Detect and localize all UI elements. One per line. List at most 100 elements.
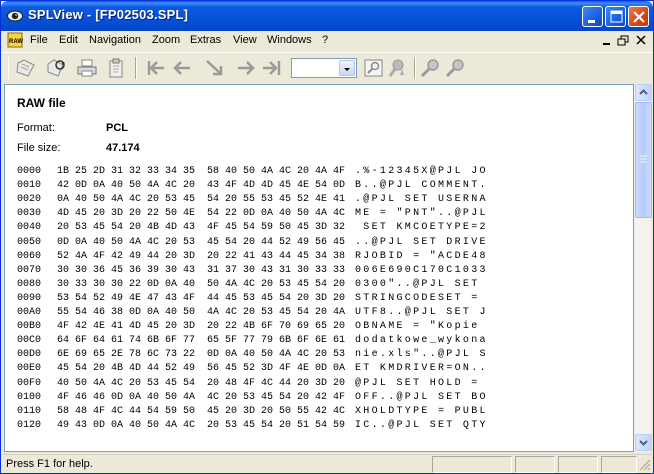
hex-offset: 0010 <box>17 180 42 192</box>
hex-ascii: SET KMCOETYPE=2 <box>355 222 488 234</box>
raw-document-icon[interactable]: RAW <box>7 32 23 48</box>
format-label: Format: <box>17 122 55 134</box>
child-close-icon[interactable] <box>634 34 648 47</box>
app-eye-icon <box>7 10 23 22</box>
first-page-icon[interactable] <box>144 57 168 79</box>
hex-bytes: 55 54 46 38 0D 0A 40 50 4A 4C 20 53 45 5… <box>57 307 346 318</box>
hex-ascii: 0300"..@PJL SET <box>355 278 488 290</box>
hex-ascii: .@PJL SET USERNA <box>355 194 488 206</box>
hex-ascii: STRINGCODESET = <box>355 292 488 304</box>
reload-icon[interactable] <box>45 57 69 79</box>
resize-grip-icon[interactable] <box>639 459 651 471</box>
hex-bytes: 0A 40 50 4A 4C 20 53 45 54 20 55 53 45 5… <box>57 194 346 206</box>
hex-offset: 0100 <box>17 391 42 403</box>
status-pane <box>558 456 598 473</box>
status-pane <box>432 456 512 473</box>
application-window: SPLView - [FP02503.SPL] RAW File Edit Na… <box>0 0 654 474</box>
print-icon[interactable] <box>75 57 99 79</box>
chevron-down-icon <box>639 440 648 446</box>
hex-bytes: 45 54 20 4B 4D 44 52 49 56 45 52 3D 4F 4… <box>57 363 346 375</box>
vertical-scrollbar[interactable] <box>634 84 652 452</box>
title-bar[interactable]: SPLView - [FP02503.SPL] <box>1 1 653 31</box>
hex-bytes: 0D 0A 40 50 4A 4C 20 53 45 54 20 44 52 4… <box>57 236 346 248</box>
child-restore-icon[interactable] <box>616 34 630 47</box>
document-view[interactable]: RAW file Format: PCL File size: 47.174 0… <box>4 84 634 452</box>
search-icon[interactable] <box>418 57 442 79</box>
hex-bytes: 4D 45 20 3D 20 22 50 4E 54 22 0D 0A 40 5… <box>57 208 346 220</box>
hex-ascii: XHOLDTYPE = PUBL <box>355 405 488 417</box>
zoom-fit-icon[interactable] <box>362 57 386 79</box>
scroll-up-button[interactable] <box>635 84 652 101</box>
hex-ascii: IC..@PJL SET QTY <box>355 419 488 431</box>
hex-ascii: ET KMDRIVER=ON.. <box>355 363 488 375</box>
chevron-down-icon[interactable] <box>339 60 355 76</box>
hex-bytes: 64 6F 64 61 74 6B 6F 77 65 5F 77 79 6B 6… <box>57 335 346 347</box>
child-minimize-icon[interactable] <box>600 34 614 47</box>
hex-offset: 00C0 <box>17 335 42 347</box>
document-heading: RAW file <box>17 96 66 110</box>
menu-edit[interactable]: Edit <box>59 34 78 46</box>
hex-offset: 0060 <box>17 250 42 262</box>
hex-ascii: UTF8..@PJL SET J <box>355 307 488 318</box>
menu-windows[interactable]: Windows <box>267 34 312 46</box>
hex-ascii: OBNAME = "Kopie <box>355 321 488 333</box>
file-size-label: File size: <box>17 142 61 154</box>
hex-ascii: B..@PJL COMMENT. <box>355 180 488 192</box>
toolbar <box>2 52 652 82</box>
hex-bytes: 4F 46 46 0D 0A 40 50 4A 4C 20 53 45 54 2… <box>57 391 346 403</box>
svg-text:RAW: RAW <box>9 39 23 45</box>
prev-page-icon[interactable] <box>170 57 194 79</box>
maximize-button[interactable] <box>605 6 626 27</box>
minimize-icon <box>588 20 595 23</box>
menu-file[interactable]: File <box>30 34 48 46</box>
menu-navigation[interactable]: Navigation <box>89 34 141 46</box>
clipboard-icon[interactable] <box>104 57 128 79</box>
hex-bytes: 30 33 30 30 22 0D 0A 40 50 4A 4C 20 53 4… <box>57 278 346 290</box>
toolbar-grip[interactable] <box>7 57 9 79</box>
zoom-icon[interactable] <box>386 57 410 79</box>
window-title: SPLView - [FP02503.SPL] <box>28 7 189 22</box>
scroll-thumb[interactable] <box>635 102 652 218</box>
hex-ascii: @PJL SET HOLD = <box>355 377 488 389</box>
close-icon <box>633 11 645 23</box>
hex-offset: 0050 <box>17 236 42 248</box>
menu-bar: RAW File Edit Navigation Zoom Extras Vie… <box>2 31 652 50</box>
hex-ascii: ME = "PNT"..@PJL <box>355 208 488 220</box>
hex-offset: 0120 <box>17 419 42 431</box>
jump-icon[interactable] <box>203 57 227 79</box>
scroll-down-button[interactable] <box>635 434 652 451</box>
hex-ascii: 006E690C170C1033 <box>355 264 488 276</box>
hex-offset: 0090 <box>17 292 42 304</box>
hex-bytes: 4F 42 4E 41 4D 45 20 3D 20 22 4B 6F 70 6… <box>57 321 346 333</box>
next-page-icon[interactable] <box>234 57 258 79</box>
hex-bytes: 53 54 52 49 4E 47 43 4F 44 45 53 45 54 2… <box>57 292 346 304</box>
minimize-button[interactable] <box>582 6 603 27</box>
menu-extras[interactable]: Extras <box>190 34 221 46</box>
chevron-up-icon <box>639 89 648 95</box>
hex-bytes: 58 48 4F 4C 44 54 59 50 45 20 3D 20 50 5… <box>57 405 346 417</box>
hex-offset: 00E0 <box>17 363 42 375</box>
hex-bytes: 20 53 45 54 20 4B 4D 43 4F 45 54 59 50 4… <box>57 222 346 234</box>
hex-bytes: 30 30 36 45 36 39 30 43 31 37 30 43 31 3… <box>57 264 346 276</box>
menu-zoom[interactable]: Zoom <box>152 34 180 46</box>
open-icon[interactable] <box>14 57 38 79</box>
hex-bytes: 52 4A 4F 42 49 44 20 3D 20 22 41 43 44 4… <box>57 250 346 262</box>
hex-ascii: OFF..@PJL SET BO <box>355 391 488 403</box>
close-button[interactable] <box>628 6 649 27</box>
search-next-icon[interactable] <box>443 57 467 79</box>
hex-offset: 0040 <box>17 222 42 234</box>
hex-offset: 00D0 <box>17 349 42 361</box>
hex-bytes: 6E 69 65 2E 78 6C 73 22 0D 0A 40 50 4A 4… <box>57 349 346 361</box>
last-page-icon[interactable] <box>260 57 284 79</box>
hex-ascii: ..@PJL SET DRIVE <box>355 236 488 248</box>
hex-bytes: 49 43 0D 0A 40 50 4A 4C 20 53 45 54 20 5… <box>57 419 346 431</box>
hex-ascii: RJOBID = "ACDE48 <box>355 250 488 262</box>
hex-offset: 00A0 <box>17 307 42 318</box>
menu-view[interactable]: View <box>233 34 257 46</box>
zoom-select[interactable] <box>291 58 357 78</box>
hex-bytes: 40 50 4A 4C 20 53 45 54 20 48 4F 4C 44 2… <box>57 377 346 389</box>
hex-offset: 0110 <box>17 405 42 417</box>
hex-offset: 0000 <box>17 166 42 177</box>
hex-offset: 0070 <box>17 264 42 276</box>
menu-help[interactable]: ? <box>322 34 328 46</box>
